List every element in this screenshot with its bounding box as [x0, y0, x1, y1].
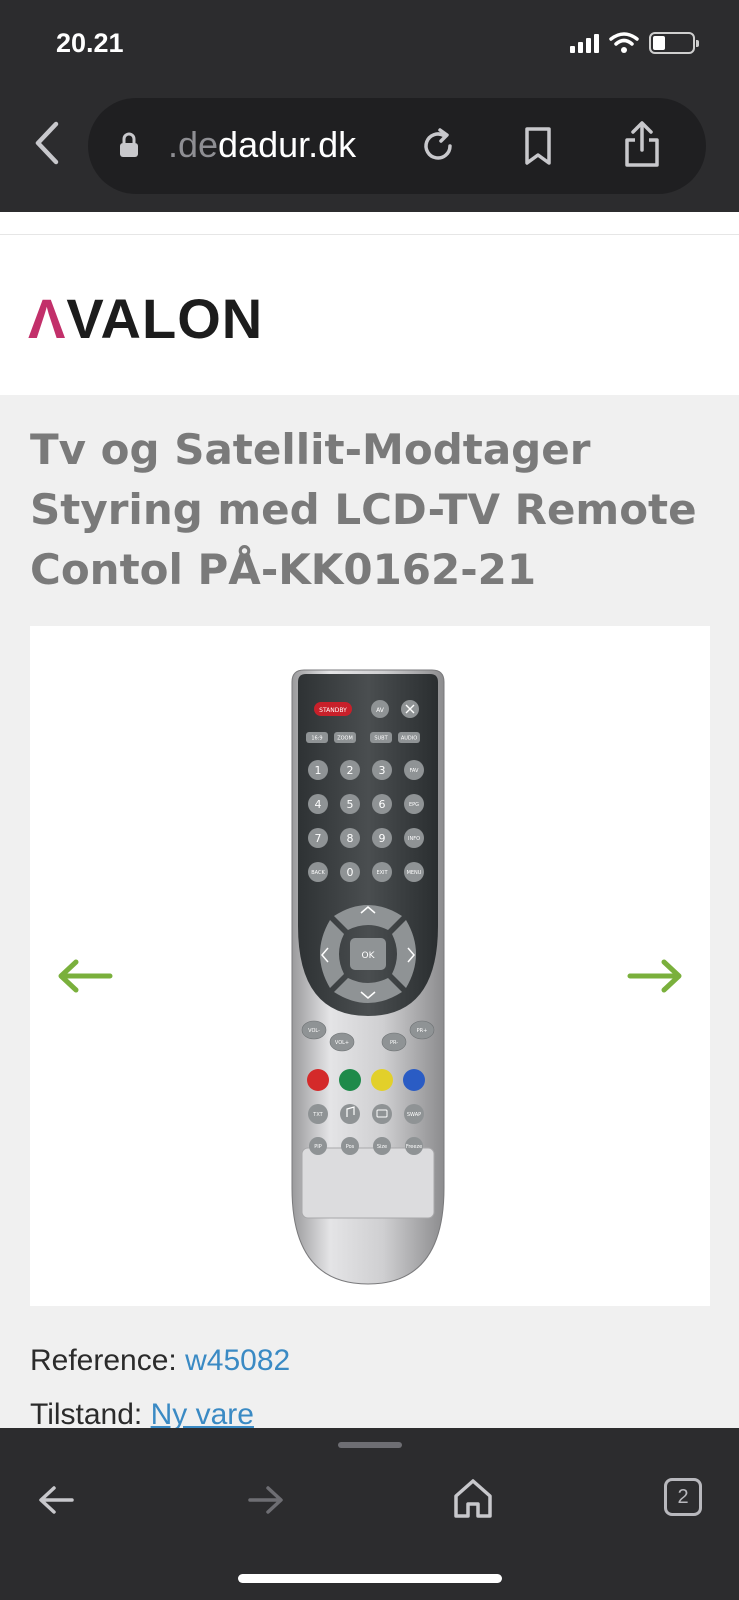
url-prefix: .de	[168, 124, 219, 165]
svg-text:8: 8	[347, 832, 354, 845]
svg-text:2: 2	[347, 764, 354, 777]
wifi-icon	[609, 32, 639, 53]
condition-row: Tilstand: Ny vare	[30, 1398, 254, 1432]
svg-text:SUBT: SUBT	[374, 736, 388, 742]
svg-text:4: 4	[315, 798, 322, 811]
svg-text:TXT: TXT	[312, 1112, 323, 1118]
svg-text:ZOOM: ZOOM	[337, 736, 353, 742]
arrow-forward-icon[interactable]	[246, 1480, 286, 1520]
svg-text:PR+: PR+	[417, 1028, 428, 1034]
svg-text:7: 7	[315, 832, 322, 845]
svg-text:Size: Size	[377, 1144, 387, 1150]
toolbar-grabber[interactable]	[338, 1442, 402, 1448]
svg-text:VOL-: VOL-	[308, 1028, 320, 1034]
header-divider	[0, 234, 739, 235]
browser-bottom-toolbar: 2	[0, 1428, 739, 1600]
status-icons	[570, 30, 699, 56]
svg-text:3: 3	[379, 764, 386, 777]
svg-text:STANDBY: STANDBY	[319, 707, 347, 714]
reference-label: Reference:	[30, 1344, 177, 1377]
arrow-left-icon[interactable]	[56, 956, 114, 996]
browser-top-bar: 20.21 .dedadur.dk	[0, 0, 739, 212]
svg-text:PR-: PR-	[390, 1040, 398, 1046]
product-image-carousel: STANDBY AV 16:9 ZOOM SUBT AUDIO 1 2 3 FA…	[30, 626, 710, 1306]
logo-mark: Λ	[28, 287, 67, 350]
url-domain: dadur.dk	[218, 124, 357, 165]
svg-text:AUDIO: AUDIO	[401, 736, 417, 742]
svg-text:0: 0	[347, 866, 354, 879]
svg-text:SWAP: SWAP	[407, 1112, 421, 1118]
condition-label: Tilstand:	[30, 1398, 143, 1431]
reference-row: Reference: w45082	[30, 1344, 290, 1378]
svg-text:AV: AV	[376, 707, 385, 714]
svg-text:INFO: INFO	[408, 836, 420, 842]
svg-text:5: 5	[347, 798, 354, 811]
svg-text:EXIT: EXIT	[376, 870, 388, 876]
battery-icon	[649, 32, 699, 54]
svg-text:BACK: BACK	[311, 870, 325, 876]
lock-icon	[120, 132, 138, 157]
product-title: Tv og Satellit-Modtager Styring med LCD-…	[30, 425, 697, 594]
share-icon[interactable]	[621, 120, 663, 168]
address-bar[interactable]: .dedadur.dk	[88, 98, 706, 194]
svg-text:Pos: Pos	[346, 1144, 355, 1150]
reference-value[interactable]: w45082	[185, 1344, 290, 1377]
svg-text:MENU: MENU	[407, 870, 422, 876]
home-indicator	[238, 1574, 502, 1583]
chevron-left-icon[interactable]	[28, 118, 68, 168]
svg-text:OK: OK	[362, 951, 376, 961]
bookmark-icon[interactable]	[520, 126, 556, 166]
svg-text:9: 9	[379, 832, 386, 845]
arrow-right-icon[interactable]	[626, 956, 684, 996]
tabs-button[interactable]: 2	[664, 1478, 702, 1516]
svg-text:VOL+: VOL+	[335, 1040, 349, 1046]
url-text[interactable]: .dedadur.dk	[168, 124, 356, 166]
condition-value[interactable]: Ny vare	[151, 1398, 254, 1431]
status-time: 20.21	[56, 28, 124, 58]
svg-text:FAV: FAV	[410, 768, 420, 774]
svg-text:6: 6	[379, 798, 386, 811]
avalon-logo[interactable]: ΛVALON	[28, 286, 263, 351]
logo-text: VALON	[66, 287, 264, 350]
svg-text:EPG: EPG	[409, 802, 419, 808]
svg-text:1: 1	[315, 764, 322, 777]
svg-text:Freeze: Freeze	[406, 1144, 422, 1150]
home-icon[interactable]	[452, 1476, 494, 1520]
reload-icon[interactable]	[418, 126, 458, 166]
cellular-signal-icon	[570, 33, 599, 53]
svg-text:PIP: PIP	[314, 1144, 322, 1150]
svg-text:16:9: 16:9	[311, 736, 322, 742]
remote-control-image: STANDBY AV 16:9 ZOOM SUBT AUDIO 1 2 3 FA…	[291, 669, 445, 1285]
arrow-back-icon[interactable]	[36, 1480, 76, 1520]
